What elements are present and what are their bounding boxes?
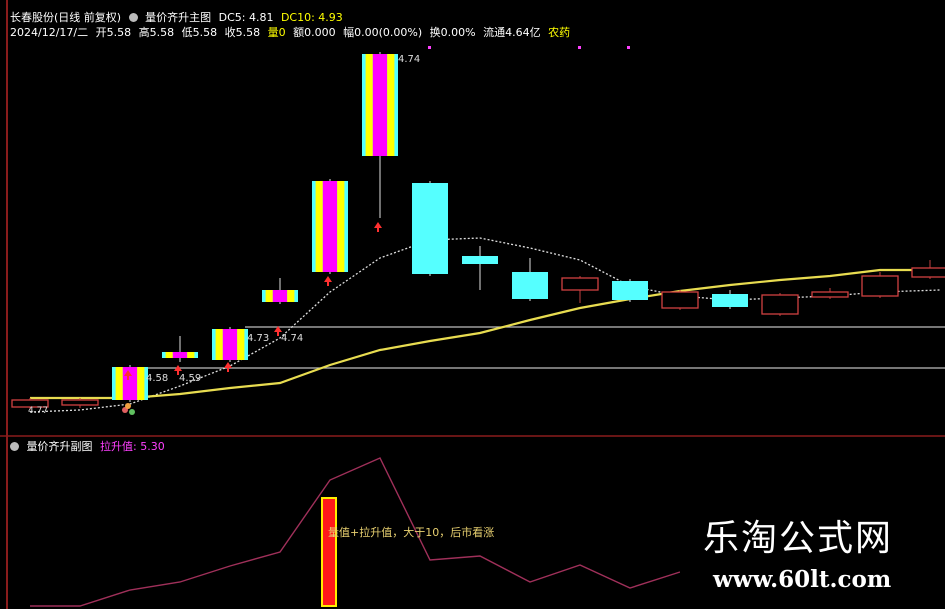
price-label: 4.59: [179, 373, 202, 384]
quote-low: 低5.58: [181, 26, 218, 39]
sub-annotation: 量值+拉升值，大于10，后市看涨: [328, 526, 495, 539]
candle-stripe: [272, 290, 288, 302]
candle-body: [561, 277, 599, 291]
signal-dot: [129, 409, 135, 415]
up-arrow-icon: [374, 222, 382, 232]
sub-signal-bar: [321, 497, 337, 607]
price-label: 4.74: [281, 333, 304, 344]
marker-dot: [627, 46, 630, 49]
price-label: 4.58: [146, 373, 169, 384]
candle-body: [462, 256, 498, 264]
candle-body: [712, 294, 748, 307]
candle-stripe: [115, 367, 123, 400]
ma-dotted-line: [29, 237, 941, 413]
candle-stripe: [265, 290, 273, 302]
candle-stripe: [172, 352, 188, 358]
candle-stripe: [237, 329, 245, 360]
candle-stripe: [315, 181, 323, 272]
candle-body: [761, 294, 799, 315]
quote-float-cap: 流通4.64亿: [483, 26, 541, 39]
quote-date: 2024/12/17/二: [10, 26, 89, 39]
price-label: 4.77: [28, 406, 49, 416]
quote-amount: 额0.000: [293, 26, 336, 39]
watermark-title: 乐淘公式网: [703, 518, 894, 559]
candle-stripe: [322, 181, 338, 272]
candle-stripe: [387, 54, 395, 156]
candle-body: [61, 399, 99, 406]
candle-body: [861, 275, 899, 297]
quote-change: 幅0.00(0.00%): [343, 26, 423, 39]
candle-body: [811, 291, 849, 298]
candle-stripe: [365, 54, 373, 156]
quote-volume: 量0: [267, 26, 286, 39]
candle-body: [911, 267, 945, 278]
candle-stripe: [122, 367, 138, 400]
sub-header: 量价齐升副图 拉升值: 5.30: [10, 440, 169, 453]
quote-sector: 农药: [548, 26, 571, 39]
candle-stripe: [287, 290, 295, 302]
quote-open: 开5.58: [95, 26, 132, 39]
dc5-value: DC5: 4.81: [218, 11, 274, 24]
quote-high: 高5.58: [138, 26, 175, 39]
candle-body: [661, 291, 699, 309]
up-arrow-icon: [324, 276, 332, 286]
price-label: 4.73: [247, 333, 270, 344]
sub-indicator-name[interactable]: 量价齐升副图: [27, 440, 93, 453]
candle-stripe: [165, 352, 173, 358]
candle-stripe: [222, 329, 238, 360]
candles-group: [11, 52, 945, 410]
candle-body: [612, 281, 648, 300]
candle-stripe: [215, 329, 223, 360]
dc10-value: DC10: 4.93: [280, 11, 343, 24]
candle-stripe: [372, 54, 388, 156]
price-label: 4.74: [398, 54, 421, 65]
candle-body: [512, 272, 548, 299]
sub-value: 拉升值: 5.30: [100, 440, 165, 453]
settings-circle-icon[interactable]: [128, 13, 138, 22]
signal-dot: [125, 403, 131, 409]
candle-stripe: [137, 367, 145, 400]
quote-line: 2024/12/17/二 开5.58 高5.58 低5.58 收5.58 量0 …: [10, 26, 574, 39]
main-header: 长春股份(日线 前复权) 量价齐升主图 DC5: 4.81 DC10: 4.93: [10, 11, 347, 24]
marker-dot: [578, 46, 581, 49]
settings-circle-icon[interactable]: [10, 442, 19, 451]
stock-name[interactable]: 长春股份(日线 前复权): [10, 11, 121, 24]
up-arrow-icon: [224, 362, 232, 372]
quote-turnover: 换0.00%: [429, 26, 476, 39]
marker-dot: [428, 46, 431, 49]
quote-close: 收5.58: [224, 26, 261, 39]
indicator-name[interactable]: 量价齐升主图: [145, 11, 211, 24]
watermark-url: www.60lt.com: [713, 566, 892, 593]
candle-stripe: [187, 352, 195, 358]
candle-stripe: [337, 181, 345, 272]
candle-body: [412, 183, 448, 274]
